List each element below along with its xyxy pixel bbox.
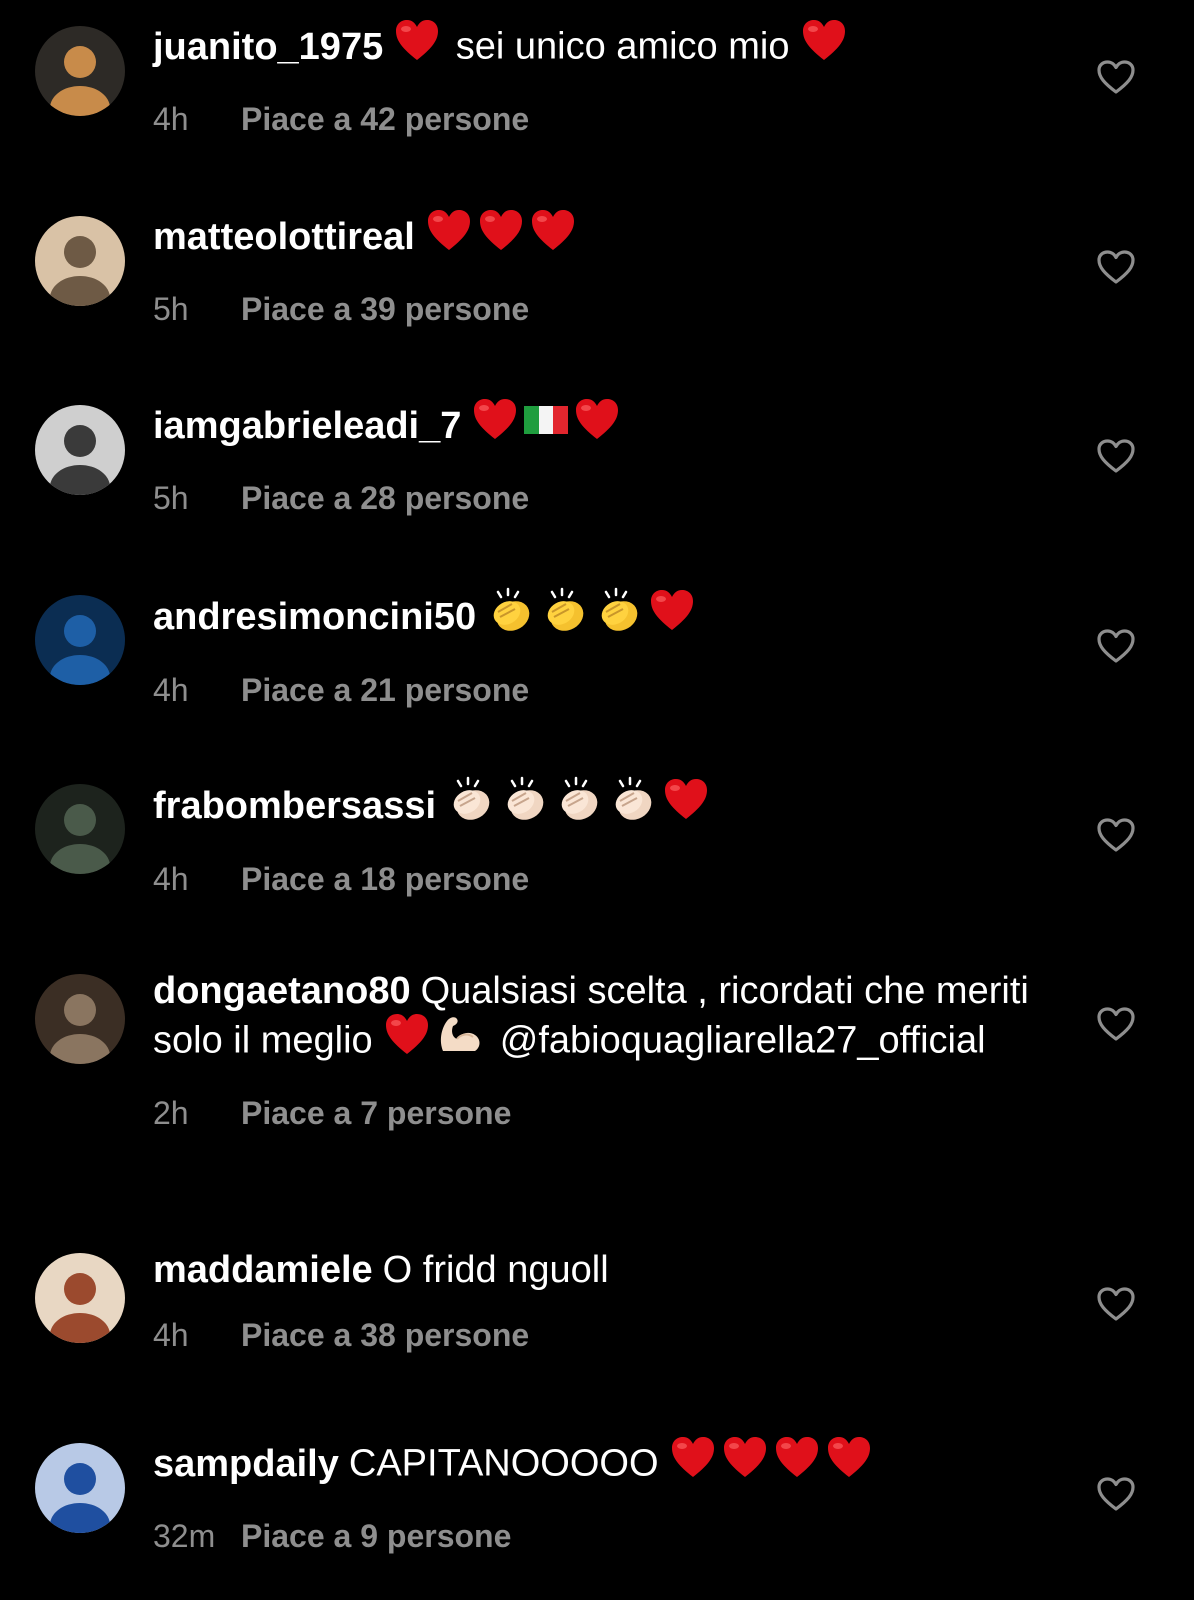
comment-likes-count[interactable]: Piace a 39 persone [241, 291, 529, 327]
comment-text: frabombersassi [153, 775, 1033, 837]
comment-timestamp: 4h [153, 101, 189, 137]
like-heart-icon[interactable] [1096, 627, 1136, 667]
comment-body: juanito_1975 sei unico amico mio 4h Piace… [153, 20, 1033, 139]
avatar[interactable] [35, 784, 125, 874]
like-heart-icon[interactable] [1096, 1005, 1136, 1045]
comment-text: maddamiele O fridd nguoll [153, 1247, 1033, 1293]
comment-body: sampdaily CAPITANOOOOO 32m Piace a 9 perso… [153, 1437, 1033, 1556]
comment-username[interactable]: frabombersassi [153, 785, 436, 827]
comment-username[interactable]: juanito_1975 [153, 26, 383, 68]
comment-likes-count[interactable]: Piace a 38 persone [241, 1317, 529, 1353]
comment-text: dongaetano80 Qualsiasi scelta , ricordati… [153, 968, 1033, 1071]
comment-body: matteolottireal 5h Piace a 39 persone [153, 210, 1033, 329]
comment-username[interactable]: iamgabrieleadi_7 [153, 405, 461, 447]
comment-body: frabombersassi 4h Piace a 18 persone [153, 775, 1033, 899]
comment-likes-count[interactable]: Piace a 9 persone [241, 1518, 511, 1554]
like-heart-icon[interactable] [1096, 58, 1136, 98]
comment-likes-count[interactable]: Piace a 18 persone [241, 861, 529, 897]
red-heart-icon [529, 207, 577, 264]
red-heart-icon [425, 207, 473, 264]
comment-meta: 4h Piace a 18 persone [153, 859, 1033, 899]
comment-text: juanito_1975 sei unico amico mio [153, 20, 1033, 77]
clapping-hands-light-icon [554, 775, 604, 834]
clapping-hands-light-icon [446, 775, 496, 834]
comment-meta: 2h Piace a 7 persone [153, 1093, 1033, 1133]
comment-likes-count[interactable]: Piace a 42 persone [241, 101, 529, 137]
avatar[interactable] [35, 595, 125, 685]
comment-message: sei unico amico mio [445, 25, 801, 68]
comment-timestamp: 4h [153, 1317, 189, 1353]
red-heart-icon [477, 207, 525, 264]
comment-meta: 4h Piace a 42 persone [153, 99, 1033, 139]
red-heart-icon [825, 1434, 873, 1491]
red-heart-icon [773, 1434, 821, 1491]
comment-body: dongaetano80 Qualsiasi scelta , ricordati… [153, 968, 1033, 1133]
comment-meta: 5h Piace a 39 persone [153, 289, 1033, 329]
clapping-hands-yellow-icon [540, 586, 590, 645]
comment-timestamp: 4h [153, 672, 189, 708]
red-heart-icon [800, 17, 848, 74]
comment-message: @fabioquagliarella27_official [489, 1019, 986, 1062]
clapping-hands-yellow-icon [594, 586, 644, 645]
avatar[interactable] [35, 216, 125, 306]
comment-meta: 4h Piace a 21 persone [153, 670, 1033, 710]
comment-meta: 5h Piace a 28 persone [153, 478, 1033, 518]
clapping-hands-light-icon [500, 775, 550, 834]
red-heart-icon [573, 396, 621, 453]
avatar[interactable] [35, 1253, 125, 1343]
like-heart-icon[interactable] [1096, 816, 1136, 856]
red-heart-icon [669, 1434, 717, 1491]
comment-timestamp: 4h [153, 861, 189, 897]
like-heart-icon[interactable] [1096, 248, 1136, 288]
avatar[interactable] [35, 26, 125, 116]
comment-message: O fridd nguoll [382, 1249, 609, 1291]
avatar[interactable] [35, 974, 125, 1064]
comment-text: iamgabrieleadi_7 [153, 399, 1033, 456]
comment-body: maddamiele O fridd nguoll 4h Piace a 38 per… [153, 1247, 1033, 1355]
comment-username[interactable]: andresimoncini50 [153, 596, 476, 638]
comments-list: juanito_1975 sei unico amico mio 4h Piace… [0, 0, 1194, 1600]
clapping-hands-yellow-icon [486, 586, 536, 645]
comment-likes-count[interactable]: Piace a 28 persone [241, 480, 529, 516]
red-heart-icon [383, 1011, 431, 1068]
comment-timestamp: 5h [153, 480, 189, 516]
red-heart-icon [393, 17, 441, 74]
comment-username[interactable]: dongaetano80 [153, 970, 411, 1012]
comment-likes-count[interactable]: Piace a 7 persone [241, 1095, 511, 1131]
italy-flag-icon [523, 402, 569, 448]
comment-message: CAPITANOOOOO [348, 1442, 670, 1485]
comment-timestamp: 32m [153, 1518, 216, 1554]
avatar[interactable] [35, 1443, 125, 1533]
like-heart-icon[interactable] [1096, 437, 1136, 477]
flexed-biceps-icon [435, 1011, 485, 1068]
like-heart-icon[interactable] [1096, 1285, 1136, 1325]
comment-likes-count[interactable]: Piace a 21 persone [241, 672, 529, 708]
like-heart-icon[interactable] [1096, 1475, 1136, 1515]
clapping-hands-light-icon [608, 775, 658, 834]
red-heart-icon [471, 396, 519, 453]
comment-text: andresimoncini50 [153, 586, 1033, 648]
comment-username[interactable]: maddamiele [153, 1249, 373, 1291]
comment-meta: 32m Piace a 9 persone [153, 1516, 1033, 1556]
red-heart-icon [721, 1434, 769, 1491]
comment-body: iamgabrieleadi_7 5h Piace a 28 persone [153, 399, 1033, 518]
red-heart-icon [648, 587, 696, 644]
avatar[interactable] [35, 405, 125, 495]
red-heart-icon [662, 776, 710, 833]
comment-text: matteolottireal [153, 210, 1033, 267]
comment-meta: 4h Piace a 38 persone [153, 1315, 1033, 1355]
comment-username[interactable]: sampdaily [153, 1443, 339, 1485]
comment-text: sampdaily CAPITANOOOOO [153, 1437, 1033, 1494]
comment-timestamp: 5h [153, 291, 189, 327]
comment-body: andresimoncini50 4h Piace a 21 persone [153, 586, 1033, 710]
comment-username[interactable]: matteolottireal [153, 216, 415, 258]
comment-timestamp: 2h [153, 1095, 189, 1131]
